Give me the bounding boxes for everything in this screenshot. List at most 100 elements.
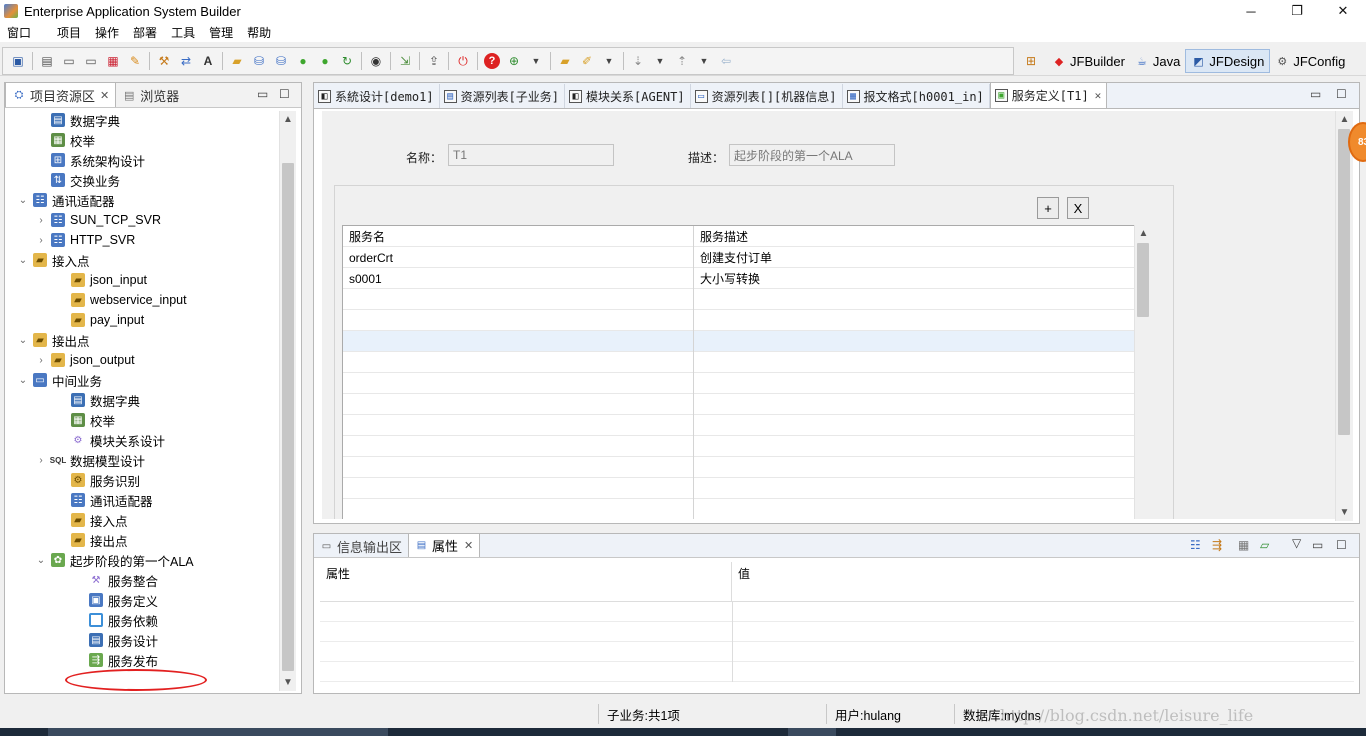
menu-deploy[interactable]: 部署 [126, 24, 164, 41]
tree-item[interactable]: ⌄ ▰ 接入点 [17, 250, 90, 270]
table-row[interactable] [343, 289, 1141, 310]
table-row[interactable] [343, 478, 1141, 499]
tree-item[interactable]: ⚙ 模块关系设计 [55, 430, 166, 450]
edit-icon[interactable]: ✎ [127, 53, 143, 69]
add-service-button[interactable]: + [1037, 197, 1059, 219]
expand-chevron-icon[interactable]: ⌄ [17, 335, 29, 346]
tree-item[interactable]: ▰ 接入点 [55, 510, 128, 530]
tree-item[interactable]: › ☷ SUN_TCP_SVR [35, 210, 161, 230]
table-row[interactable] [343, 499, 1141, 519]
column-header-service-name[interactable]: 服务名 [343, 226, 694, 247]
new-icon[interactable]: ▤ [39, 53, 55, 69]
cell-service-name[interactable] [343, 394, 694, 415]
run-icon[interactable]: ⊕ [506, 53, 522, 69]
collapse-chevron-icon[interactable]: › [35, 235, 47, 246]
scroll-up-arrow-icon[interactable]: ▲ [1336, 111, 1353, 128]
cell-service-desc[interactable] [694, 499, 1141, 519]
next-edit-icon[interactable]: ⇡ [674, 53, 690, 69]
perspective-jfconfig[interactable]: ⚙ JFConfig [1270, 49, 1350, 73]
pin-icon[interactable]: ▱ [1260, 538, 1269, 552]
menu-manage[interactable]: 管理 [202, 24, 240, 41]
menu-window[interactable]: 窗口 [0, 24, 38, 41]
minimize-view-icon[interactable]: ▭ [257, 87, 268, 101]
window2-icon[interactable]: ▭ [83, 53, 99, 69]
tree-item[interactable]: › ☷ HTTP_SVR [35, 230, 135, 250]
cell-service-name[interactable]: s0001 [343, 268, 694, 289]
table-row[interactable] [343, 457, 1141, 478]
tree-item[interactable]: ⌄ ▭ 中间业务 [17, 370, 102, 390]
tree-item[interactable]: › ▰ json_output [35, 350, 135, 370]
tab-service-definition[interactable]: ▣ 服务定义[T1] ✕ [989, 82, 1108, 108]
tab-browser[interactable]: ▤ 浏览器 [116, 83, 185, 107]
import-icon[interactable]: ⇲ [397, 53, 413, 69]
column-header-property[interactable]: 属性 [320, 562, 732, 602]
tree-item[interactable]: ▦ 校举 [35, 130, 95, 150]
close-button[interactable]: ✕ [1320, 0, 1366, 22]
cell-service-desc[interactable] [694, 436, 1141, 457]
tree-scrollbar[interactable]: ▲ ▼ [279, 111, 296, 691]
db2-icon[interactable]: ⛁ [273, 53, 289, 69]
remove-service-button[interactable]: X [1067, 197, 1089, 219]
collapse-chevron-icon[interactable]: › [35, 355, 47, 366]
cell-service-desc[interactable] [694, 373, 1141, 394]
tree-item[interactable]: ▤ 数据字典 [55, 390, 140, 410]
perspective-jfbuilder[interactable]: ◆ JFBuilder [1047, 49, 1130, 73]
minimize-button[interactable]: ─ [1228, 0, 1274, 22]
cell-service-desc[interactable] [694, 331, 1141, 352]
cell-service-desc[interactable]: 大小写转换 [694, 268, 1141, 289]
expand-chevron-icon[interactable]: ⌄ [35, 555, 47, 566]
cell-service-name[interactable]: orderCrt [343, 247, 694, 268]
table-row[interactable] [343, 352, 1141, 373]
perspective-jfdesign[interactable]: ◩ JFDesign [1185, 49, 1271, 73]
table-row[interactable] [343, 331, 1141, 352]
refresh-icon[interactable]: ↻ [339, 53, 355, 69]
scroll-thumb[interactable] [1338, 129, 1350, 435]
tree-item[interactable]: ⌄ ☷ 通讯适配器 [17, 190, 115, 210]
open-perspective-icon[interactable]: ⊞ [1023, 53, 1039, 69]
cell-service-desc[interactable] [694, 310, 1141, 331]
table-row[interactable] [343, 310, 1141, 331]
tree-item[interactable]: › SQL 数据模型设计 [35, 450, 145, 470]
sync-icon[interactable]: ⇄ [178, 53, 194, 69]
table-scrollbar[interactable]: ▲ [1134, 225, 1152, 519]
help-icon[interactable]: ? [484, 53, 500, 69]
tree-item[interactable]: ▣ 服务定义 [73, 590, 158, 610]
scroll-down-arrow-icon[interactable]: ▼ [1336, 504, 1353, 521]
expand-chevron-icon[interactable]: ⌄ [17, 195, 29, 206]
table-row[interactable] [343, 373, 1141, 394]
back-icon[interactable]: ⇦ [718, 53, 734, 69]
export-icon[interactable]: ▦ [105, 53, 121, 69]
tab-resource-list-machine[interactable]: ▭ 资源列表[][机器信息] [691, 84, 843, 108]
scroll-thumb[interactable] [282, 163, 294, 671]
cell-service-desc[interactable] [694, 289, 1141, 310]
minimize-view-icon[interactable]: ▭ [1312, 538, 1323, 552]
close-icon[interactable]: ✕ [100, 89, 109, 102]
open-icon[interactable]: ▰ [557, 53, 573, 69]
tree-item[interactable]: ▤ 服务设计 [73, 630, 158, 650]
cell-service-desc[interactable] [694, 394, 1141, 415]
collapse-chevron-icon[interactable]: › [35, 455, 47, 466]
table-row[interactable] [343, 436, 1141, 457]
tool-icon[interactable]: ✐ [579, 53, 595, 69]
maximize-view-icon[interactable]: ☐ [1336, 538, 1347, 552]
tree-item[interactable]: ⇶ 服务发布 [73, 650, 158, 670]
table-row[interactable] [343, 415, 1141, 436]
tree-item[interactable]: ▰ json_input [55, 270, 147, 290]
stop-icon[interactable]: ⏻ [455, 53, 471, 69]
restore-default-icon[interactable]: ▦ [1238, 538, 1249, 552]
tree-item[interactable]: ⌄ ✿ 起步阶段的第一个ALA [35, 550, 194, 570]
tree-item[interactable]: ▤ 数据字典 [35, 110, 120, 130]
window-icon[interactable]: ▭ [61, 53, 77, 69]
maximize-view-icon[interactable]: ☐ [279, 87, 290, 101]
binoculars-icon[interactable]: ◉ [368, 53, 384, 69]
expand-chevron-icon[interactable]: ⌄ [17, 255, 29, 266]
cell-service-desc[interactable] [694, 415, 1141, 436]
prev-edit-icon[interactable]: ⇣ [630, 53, 646, 69]
menu-operation[interactable]: 操作 [88, 24, 126, 41]
tree-item[interactable]: ⌄ ▰ 接出点 [17, 330, 90, 350]
tree-item[interactable]: ⚙ 服务识别 [55, 470, 140, 490]
cell-service-name[interactable] [343, 310, 694, 331]
restore-button[interactable]: ❐ [1274, 0, 1320, 22]
cell-service-name[interactable] [343, 415, 694, 436]
db-icon[interactable]: ⛁ [251, 53, 267, 69]
